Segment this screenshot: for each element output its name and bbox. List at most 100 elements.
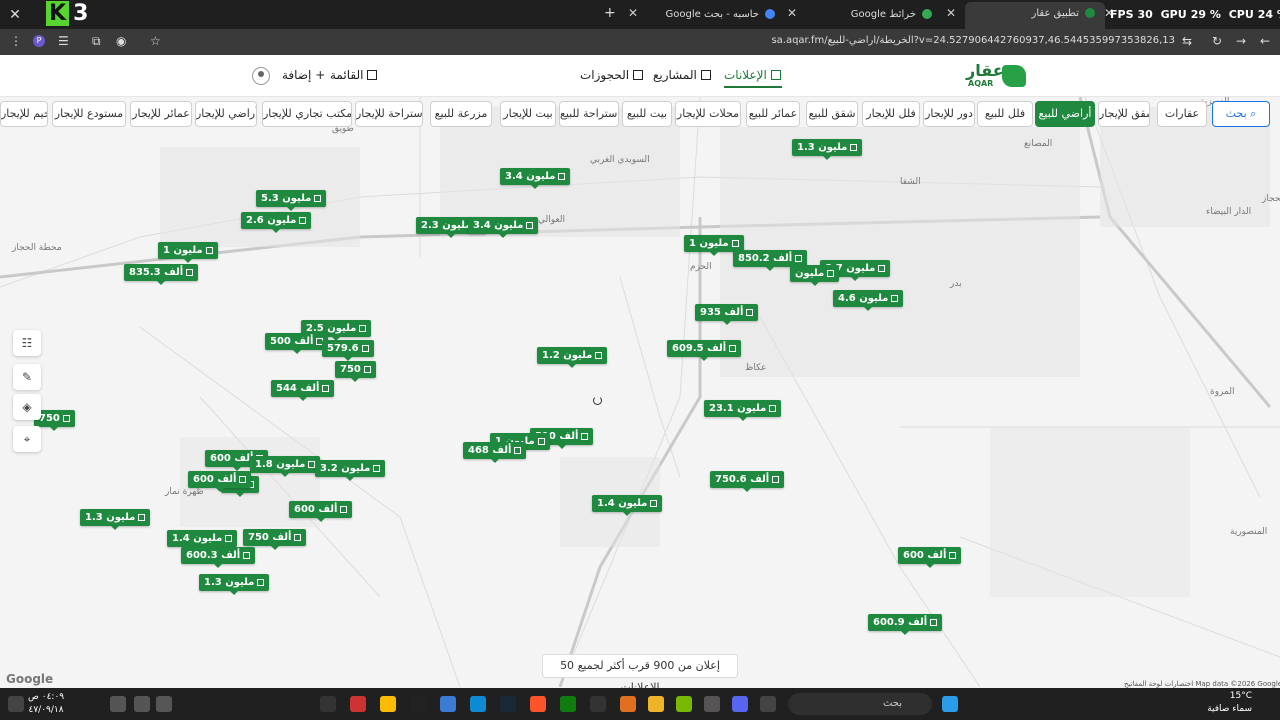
nav-listings[interactable]: الإعلانات [724,68,781,82]
shield-icon[interactable]: ◉ [116,34,126,48]
price-pin[interactable]: 5.3 مليون [256,190,327,211]
nav-bookings[interactable]: الحجوزات [580,68,644,82]
brave-icon[interactable] [530,696,546,712]
nzxt-icon[interactable] [320,696,336,712]
tab-aqar[interactable]: تطبيق عقار [965,2,1105,29]
price-pin[interactable]: 1.3 مليون [80,509,151,530]
price-pin[interactable]: 1.8 مليون [250,456,321,477]
site-settings-icon[interactable]: ⇆ [1182,34,1192,48]
filter-chip[interactable]: عقارات [1157,101,1207,127]
epic-icon[interactable] [590,696,606,712]
price-pin[interactable]: 600.9 ألف [868,614,943,635]
reading-list-icon[interactable]: ☰ [58,34,69,48]
price-pin[interactable]: 600 ألف [898,547,962,568]
price-pin[interactable]: 600.3 ألف [181,547,256,568]
bookmark-star-icon[interactable]: ☆ [150,34,161,48]
address-bar[interactable]: sa.aqar.fm/الخريطة/أراضي-للبيع?v=24.5279… [700,35,1175,46]
steam-icon[interactable] [500,696,516,712]
extensions-icon[interactable]: ⧉ [92,34,101,49]
filter-chip[interactable]: فلل للإيجار [862,101,920,127]
app-icon[interactable] [760,696,776,712]
tab-google-search[interactable]: حاسبه - بحث Google [657,4,775,26]
price-pin[interactable]: 1 مليون [158,242,218,263]
my-location-icon[interactable]: ⌖ [13,426,41,452]
filter-chip[interactable]: مكتب تجاري للإيجار [262,101,352,127]
store-icon[interactable] [440,696,456,712]
price-pin[interactable]: 1.3 مليون [199,574,270,595]
layers-icon[interactable]: ◈ [13,394,41,420]
filter-chip[interactable]: عمائر للبيع [746,101,800,127]
app-icon[interactable] [704,696,720,712]
filter-chip[interactable]: شقق للبيع [806,101,858,127]
filter-chip[interactable]: مخيم للإيجار [0,101,48,127]
nvidia-icon[interactable] [676,696,692,712]
price-pin[interactable]: 835.3 ألف [124,264,199,285]
windows-start-icon[interactable] [942,696,958,712]
filter-chip[interactable]: محلات للإيجار [675,101,741,127]
microphone-icon[interactable] [134,696,150,712]
price-pin[interactable]: 1.2 مليون [537,347,608,368]
filter-chip[interactable]: مزرعة للبيع [430,101,492,127]
filter-chip[interactable]: بيت للإيجار [500,101,556,127]
profile-avatar[interactable]: P [33,35,45,47]
filter-chip[interactable]: استراحة للبيع [559,101,619,127]
cloud-icon[interactable] [156,696,172,712]
price-pin[interactable]: 2.6 مليون [241,212,312,233]
app-icon[interactable] [350,696,366,712]
price-pin[interactable]: 3.4 مليون [500,168,571,189]
price-pin[interactable]: 544 ألف [271,380,335,401]
price-pin[interactable]: 1.4 مليون [592,495,663,516]
price-pin[interactable]: 1.4 مليون [167,530,238,551]
price-pin[interactable]: 468 ألف [463,442,527,463]
price-pin[interactable]: 500 ألف [265,333,329,354]
chrome-icon[interactable] [380,696,396,712]
filter-chip[interactable]: دور للإيجار [923,101,975,127]
price-pin[interactable]: 23.1 مليون [704,400,782,421]
nav-list-view[interactable]: القائمة [330,68,378,82]
price-pin[interactable]: 750.6 ألف [710,471,785,492]
map-canvas[interactable]: محطة الحجاز طويق العوالي الشفا المصانع ا… [0,97,1280,687]
tab-google-maps[interactable]: خرائط Google [842,4,932,26]
forward-icon[interactable]: ← [1260,34,1270,48]
user-icon[interactable] [252,67,270,85]
tiktok-icon[interactable] [410,696,426,712]
add-listing-button[interactable]: إضافة + [282,68,325,82]
map-attribution[interactable]: اختصارات لوحة المفاتيح Map data ©2026 Go… [1124,680,1280,688]
price-pin[interactable]: 750 ألف [243,529,307,550]
price-pin[interactable]: 750 [335,361,376,382]
price-pin[interactable]: 600 ألف [289,501,353,522]
price-pin[interactable]: 4.6 مليون [833,290,904,311]
price-pin[interactable]: 935 ألف [695,304,759,325]
aqar-logo[interactable]: عقار AQAR [966,61,1036,91]
xbox-icon[interactable] [560,696,576,712]
filter-chip[interactable]: بيت للبيع [622,101,672,127]
edge-icon[interactable] [470,696,486,712]
results-count-banner[interactable]: 50 إعلان من 900 قرب أكثر لجميع الإعلانات [542,654,738,694]
legend-list-icon[interactable]: ☷ [13,330,41,356]
filter-chip[interactable]: أراضي للبيع [1035,101,1095,127]
filter-chip[interactable]: شقق للإيجار [1098,101,1150,127]
taskbar-search[interactable]: بحث [788,693,932,715]
language-icon[interactable] [110,696,126,712]
price-pin[interactable]: 600 ألف [188,471,252,492]
search-button[interactable]: بحث ⌕ [1212,101,1270,127]
filter-chip[interactable]: فلل للبيع [977,101,1033,127]
price-pin[interactable]: 3.4 مليون [468,217,539,238]
folder-icon[interactable] [648,696,664,712]
new-tab-button[interactable]: + [604,5,616,21]
discord-icon[interactable] [732,696,748,712]
filter-chip[interactable]: مستودع للإيجار [52,101,126,127]
notification-icon[interactable] [8,696,24,712]
weather-widget[interactable]: 15°C سماء صافية [1196,690,1252,716]
app-icon[interactable] [620,696,636,712]
filter-chip[interactable]: عمائر للإيجار [130,101,192,127]
tab-close-icon[interactable]: ✕ [946,6,956,20]
price-pin[interactable]: 1.3 مليون [792,139,863,160]
price-pin[interactable]: 3.2 مليون [315,460,386,481]
tab-close-icon[interactable]: ✕ [787,6,797,20]
price-pin[interactable]: مليون [790,265,840,286]
draw-pencil-icon[interactable]: ✎ [13,364,41,390]
filter-chip[interactable]: أراضي للإيجار [195,101,257,127]
filter-chip[interactable]: استراحة للإيجار [355,101,423,127]
menu-icon[interactable]: ⋮ [10,34,22,48]
